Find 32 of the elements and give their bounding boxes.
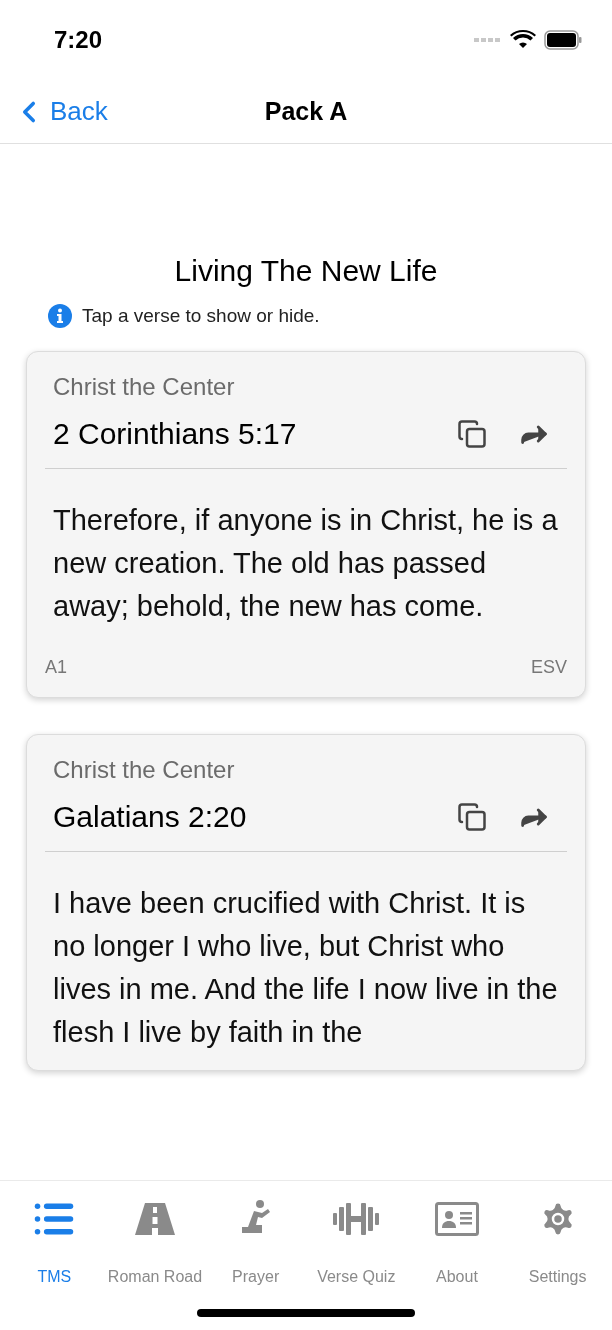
tab-item[interactable]: TMS [4, 1195, 105, 1289]
verse-reference: Galatians 2:20 [53, 798, 247, 835]
copy-button[interactable] [457, 418, 487, 449]
verse-text: I have been crucified with Christ. It is no longer I who live, but Christ who lives in me. And the life I now live in the flesh I live by faith in the [53, 885, 559, 1050]
verse-category: Christ the Center [53, 371, 236, 402]
copy-icon [457, 418, 487, 449]
copy-button[interactable] [457, 801, 487, 832]
tab-item[interactable]: Settings [507, 1195, 608, 1289]
nav-title: Pack A [264, 95, 348, 127]
wifi-icon [510, 30, 536, 50]
verse-card[interactable]: Christ the Center Galatians 2:20 I have been crucified with Christ. It is no longer I who live, but Christ who lives in me. And the life I now live in the flesh I live by faith in the [26, 733, 586, 1071]
signal-icon [474, 37, 502, 43]
tab-item[interactable]: About [406, 1195, 507, 1289]
verse-code: A1 [45, 655, 68, 679]
verse-reference: 2 Corinthians 5:17 [53, 415, 297, 452]
verse-category: Christ the Center [53, 754, 236, 785]
translation-label: ESV [530, 655, 567, 679]
status-time: 7:20 [54, 25, 103, 55]
tab-item[interactable]: Prayer [205, 1195, 306, 1289]
back-button[interactable]: Back [0, 92, 108, 131]
tab-item[interactable]: Roman Road [105, 1195, 205, 1289]
verse-text: Therefore, if anyone is in Christ, he is a new creation. The old has passed away; behold, the new has come. [53, 502, 559, 624]
info-icon [48, 304, 72, 329]
dumbbell-icon [332, 1201, 381, 1237]
tab-item[interactable]: Verse Quiz [306, 1195, 407, 1289]
road-icon [133, 1201, 177, 1237]
hint-text: Tap a verse to show or hide. [82, 304, 320, 328]
battery-icon [544, 30, 582, 50]
copy-icon [457, 801, 487, 832]
verse-card[interactable]: Christ the Center 2 Corinthians 5:17 Therefore, if anyone is in Christ, he is a new creation. The old has passed away; behold, the new has come. A1 ESV [26, 350, 586, 698]
id-card-icon [434, 1202, 479, 1236]
section-heading: Living The New Life [174, 253, 438, 289]
